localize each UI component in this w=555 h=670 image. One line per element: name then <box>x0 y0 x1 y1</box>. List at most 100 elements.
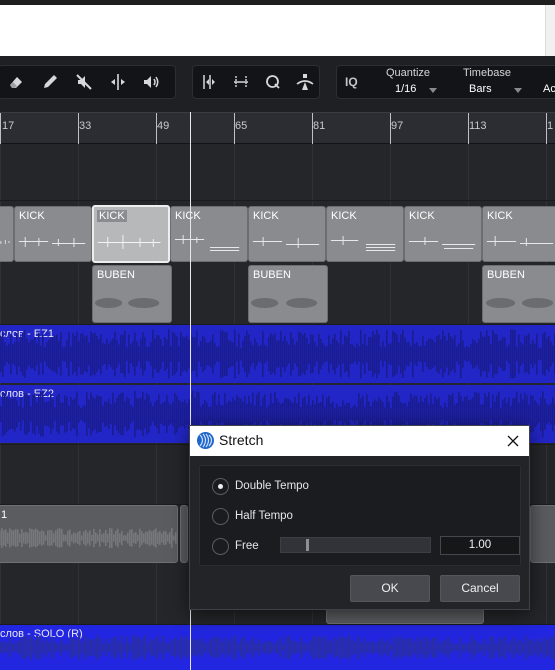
waveform-bar <box>167 534 169 542</box>
waveform-bar <box>88 399 90 429</box>
speaker-icon[interactable] <box>135 66 169 98</box>
cancel-button[interactable]: Cancel <box>440 575 520 602</box>
audio-clip[interactable] <box>180 505 188 563</box>
scrollbar[interactable] <box>545 5 555 56</box>
waveform-bar <box>528 404 530 424</box>
waveform-bar <box>138 637 141 658</box>
audio-track-ez1[interactable]: слов - EZ1 <box>0 325 555 383</box>
snap-icon[interactable] <box>193 66 225 98</box>
waveform-bar <box>12 643 15 652</box>
waveform-bar <box>372 331 374 377</box>
waveform-bar <box>180 401 182 427</box>
waveform-bar <box>164 401 166 427</box>
slider-handle[interactable] <box>306 539 309 551</box>
waveform-bar <box>342 636 345 659</box>
waveform-bar <box>482 404 484 424</box>
waveform-bar <box>44 402 46 426</box>
waveform-bar <box>448 332 450 376</box>
waveform-bar <box>488 336 490 372</box>
kick-clip[interactable]: KICK <box>482 206 555 262</box>
waveform-bar <box>147 642 150 653</box>
waveform-bar <box>528 639 531 656</box>
ok-button[interactable]: OK <box>350 575 430 602</box>
waveform-bar <box>234 400 236 428</box>
quantize-q-icon[interactable] <box>257 66 289 98</box>
kick-clip-selected[interactable]: KICK <box>92 205 170 263</box>
waveform-bar <box>3 530 5 546</box>
waveform-bar <box>276 340 278 368</box>
partial-select[interactable]: Ac <box>543 83 555 95</box>
eraser-icon[interactable] <box>0 66 33 98</box>
waveform-bar <box>76 391 78 437</box>
waveform-bar <box>422 335 424 373</box>
dialog-titlebar[interactable]: Stretch <box>190 426 529 456</box>
kick-clip[interactable]: KICK <box>248 206 326 262</box>
radio-button[interactable] <box>212 537 229 555</box>
waveform-bar <box>328 335 330 373</box>
radio-button[interactable] <box>212 477 229 495</box>
close-icon[interactable] <box>502 430 524 452</box>
split-icon[interactable] <box>101 66 135 98</box>
kick-clip[interactable]: KICK <box>170 206 248 262</box>
audio-track-solo[interactable]: слов - SOLO (R) <box>0 625 555 670</box>
waveform-bar <box>216 347 218 361</box>
option-double-tempo[interactable]: Double Tempo <box>212 476 309 496</box>
quantize-select[interactable]: 1/16 <box>395 83 416 95</box>
option-free[interactable]: Free <box>212 536 259 556</box>
waveform-bar <box>96 336 98 372</box>
kick-clip[interactable] <box>0 206 14 262</box>
waveform-bar <box>174 333 176 375</box>
waveform-bar <box>363 637 366 658</box>
waveform-bar <box>252 345 254 363</box>
waveform-bar <box>346 403 348 425</box>
kick-clip[interactable]: KICK <box>404 206 482 262</box>
waveform-bar <box>368 401 370 427</box>
free-slider[interactable] <box>280 537 431 553</box>
waveform-bar <box>141 638 144 657</box>
buben-clip[interactable]: BUBEN <box>248 265 328 323</box>
timeline-ruler[interactable]: 17 33 49 65 81 97 113 1 <box>0 112 555 144</box>
waveform-bar <box>456 403 458 425</box>
timebase-select[interactable]: Bars <box>469 83 492 95</box>
clip-name: BUBEN <box>253 269 291 281</box>
buben-clip[interactable]: BUBEN <box>482 265 555 323</box>
waveform-bar <box>38 332 40 376</box>
audio-clip[interactable] <box>530 505 555 563</box>
buben-clip[interactable]: BUBEN <box>92 265 172 323</box>
pencil-icon[interactable] <box>33 66 67 98</box>
waveform-bar <box>28 342 30 366</box>
waveform-bar <box>102 342 104 366</box>
waveform-bar <box>136 341 138 367</box>
waveform-bar <box>278 402 280 426</box>
mute-icon[interactable] <box>67 66 101 98</box>
radio-button[interactable] <box>212 507 229 525</box>
metronome-icon[interactable] <box>289 66 321 98</box>
lane-divider <box>0 200 555 201</box>
waveform-bar <box>240 347 242 361</box>
waveform-bar <box>74 336 76 372</box>
kick-clip[interactable]: KICK <box>326 206 404 262</box>
waveform-bar <box>360 642 363 653</box>
waveform-bar <box>454 404 456 424</box>
waveform-bar <box>4 342 6 366</box>
waveform-bar <box>474 340 476 368</box>
waveform-bar <box>228 400 230 428</box>
snap-grid-icon[interactable] <box>225 66 257 98</box>
waveform-bar <box>104 344 106 364</box>
kick-clip[interactable]: KICK <box>14 206 92 262</box>
option-half-tempo[interactable]: Half Tempo <box>212 506 293 526</box>
waveform-bar <box>456 644 459 651</box>
iq-button[interactable]: IQ <box>345 75 358 89</box>
waveform-bar <box>544 398 546 430</box>
waveform-bar <box>48 401 50 427</box>
waveform-bar <box>242 340 244 368</box>
waveform-bar <box>300 332 302 376</box>
waveform-bar <box>524 335 526 373</box>
free-value-field[interactable]: 1.00 <box>440 536 520 555</box>
waveform-bar <box>532 395 534 433</box>
waveform-bar <box>338 343 340 365</box>
waveform-bar <box>129 643 132 652</box>
waveform-bar <box>312 399 314 429</box>
waveform-bar <box>494 333 496 375</box>
audio-clip[interactable]: 1 <box>0 505 178 563</box>
